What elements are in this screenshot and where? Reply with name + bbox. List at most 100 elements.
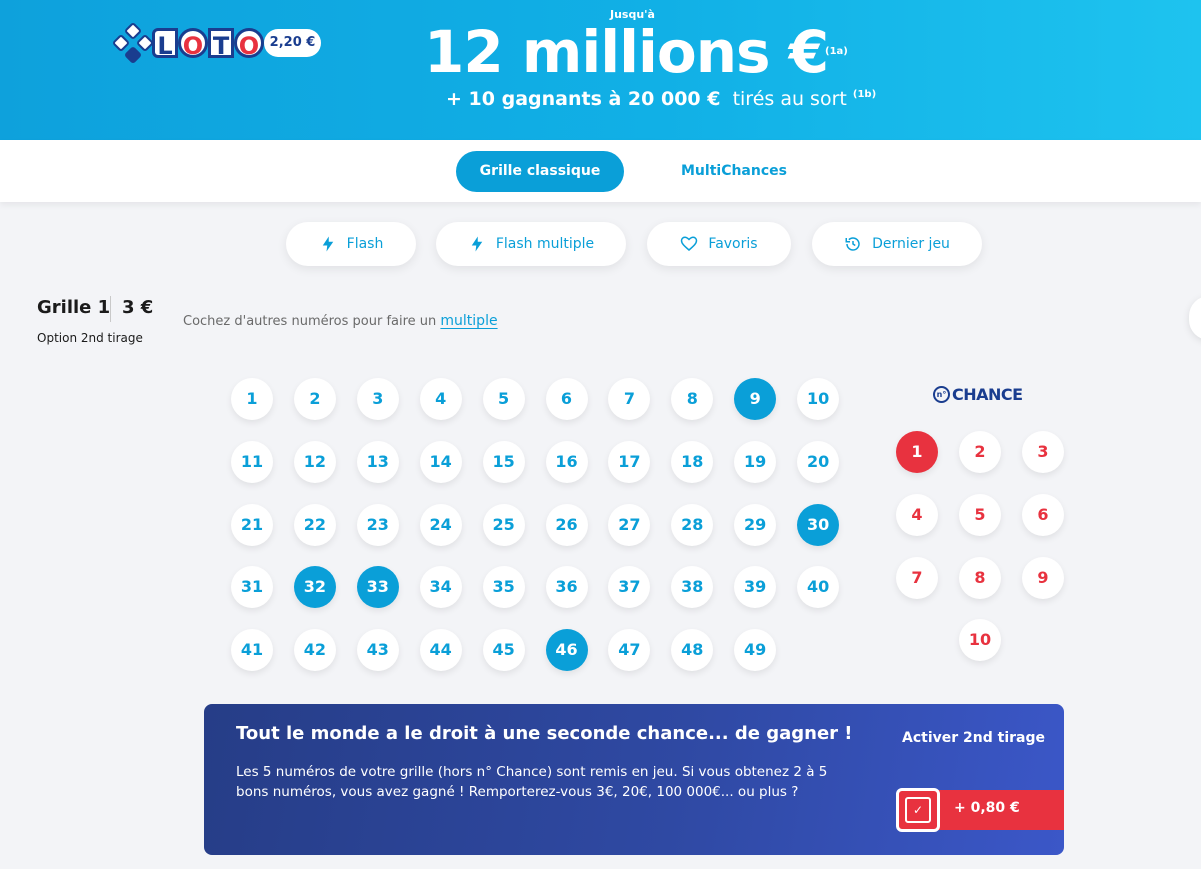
chance-ball-2[interactable]: 2 [959,431,1001,473]
dernier-jeu-label: Dernier jeu [872,236,950,252]
number-ball-22[interactable]: 22 [293,503,336,546]
chance-ball-5[interactable]: 5 [959,493,1001,536]
number-ball-7[interactable]: 7 [608,378,651,420]
number-ball-16[interactable]: 16 [545,440,588,483]
second-draw-panel: Tout le monde a le droit à une seconde c… [204,704,1064,855]
loto-logo[interactable]: L O T O [111,21,264,65]
ticket-price-badge: 2,20 € [264,29,321,57]
number-ball-6[interactable]: 6 [545,378,588,420]
number-ball-44[interactable]: 44 [419,629,462,672]
chance-ball-10[interactable]: 10 [959,619,1001,662]
number-ball-39[interactable]: 39 [734,566,777,609]
flash-label: Flash [346,236,384,252]
number-ball-11[interactable]: 11 [231,440,273,483]
number-ball-35[interactable]: 35 [482,566,525,609]
number-ball-37[interactable]: 37 [608,566,651,609]
jackpot-banner: L O T O 2,20 € Jusqu'à 12 millions € (1a… [0,0,1201,140]
page: L O T O 2,20 € Jusqu'à 12 millions € (1a… [0,0,1201,869]
jackpot-amount: 12 millions € [424,18,829,86]
number-ball-49[interactable]: 49 [734,629,777,672]
flash-multiple-button[interactable]: Flash multiple [436,222,626,266]
number-ball-8[interactable]: 8 [671,378,714,420]
chance-ball-8[interactable]: 8 [959,556,1001,599]
number-ball-10[interactable]: 10 [797,378,840,420]
number-ball-4[interactable]: 4 [419,378,462,420]
secondary-prize-rest: tirés au sort [732,88,847,110]
number-ball-13[interactable]: 13 [356,440,399,483]
number-ball-18[interactable]: 18 [671,440,714,483]
number-ball-34[interactable]: 34 [419,566,462,609]
number-ball-2[interactable]: 2 [293,378,336,420]
loto-wordmark: L O T O [152,28,264,60]
number-ball-25[interactable]: 25 [482,503,525,546]
number-ball-29[interactable]: 29 [734,503,777,546]
number-ball-28[interactable]: 28 [671,503,714,546]
flash-button[interactable]: Flash [286,222,416,266]
number-ball-38[interactable]: 38 [671,566,714,609]
number-ball-46[interactable]: 46 [545,629,588,672]
number-ball-20[interactable]: 20 [797,440,840,483]
heart-icon [681,236,698,251]
loto-letter-o2: O [234,28,264,60]
second-draw-checkbox[interactable]: ✓ [896,788,940,832]
chance-ball-4[interactable]: 4 [896,493,938,536]
number-ball-21[interactable]: 21 [231,503,273,546]
loto-letter-o: O [178,28,208,60]
number-ball-9[interactable]: 9 [734,378,777,420]
number-ball-24[interactable]: 24 [419,503,462,546]
number-ball-27[interactable]: 27 [608,503,651,546]
favoris-button[interactable]: Favoris [647,222,791,266]
lightning-icon [322,236,333,252]
multiple-link[interactable]: multiple [440,313,497,329]
second-draw-title: Tout le monde a le droit à une seconde c… [236,723,853,744]
number-ball-5[interactable]: 5 [482,378,525,420]
chance-logo-word: CHANCE [952,385,1023,404]
activate-second-draw-label: Activer 2nd tirage [902,730,1045,746]
number-ball-12[interactable]: 12 [293,440,336,483]
clover-icon [111,21,155,65]
chance-ball-7[interactable]: 7 [896,556,938,599]
number-ball-48[interactable]: 48 [671,629,714,672]
number-ball-30[interactable]: 30 [797,503,840,546]
check-icon: ✓ [905,797,931,823]
second-draw-price: + 0,80 € [954,800,1020,816]
dernier-jeu-button[interactable]: Dernier jeu [812,222,982,266]
number-ball-3[interactable]: 3 [356,378,399,420]
tab-grille-classique[interactable]: Grille classique [456,151,624,192]
number-ball-32[interactable]: 32 [293,566,336,609]
history-icon [845,237,860,251]
loto-letter-l: L [152,28,178,60]
number-ball-45[interactable]: 45 [482,629,525,672]
second-draw-description: Les 5 numéros de votre grille (hors n° C… [236,764,828,800]
number-ball-33[interactable]: 33 [356,566,399,609]
number-ball-19[interactable]: 19 [734,440,777,483]
number-ball-41[interactable]: 41 [231,629,273,672]
number-ball-14[interactable]: 14 [419,440,462,483]
number-ball-31[interactable]: 31 [231,566,273,609]
grid-price: 3 € [122,297,154,318]
tab-multichances[interactable]: MultiChances [660,151,808,192]
number-ball-23[interactable]: 23 [356,503,399,546]
multiple-hint-text: Cochez d'autres numéros pour faire un [183,314,437,329]
loto-letter-t: T [208,28,234,60]
grid-option-label: Option 2nd tirage [37,331,143,345]
number-ball-40[interactable]: 40 [797,566,840,609]
number-ball-1[interactable]: 1 [231,378,273,420]
chance-ball-6[interactable]: 6 [1022,493,1064,536]
number-ball-15[interactable]: 15 [482,440,525,483]
number-ball-42[interactable]: 42 [293,629,336,672]
grid-divider [110,296,111,322]
next-grid-tab[interactable] [1189,296,1201,340]
chance-ball-9[interactable]: 9 [1022,556,1064,599]
secondary-prize-bold: + 10 gagnants à 20 000 € [446,88,721,110]
number-ball-36[interactable]: 36 [545,566,588,609]
favoris-label: Favoris [708,236,758,252]
chance-ball-1[interactable]: 1 [896,431,938,473]
chance-ball-3[interactable]: 3 [1022,431,1064,473]
grid-title: Grille 1 [37,297,111,318]
number-ball-17[interactable]: 17 [608,440,651,483]
flash-multiple-label: Flash multiple [495,236,595,252]
number-ball-47[interactable]: 47 [608,629,651,672]
number-ball-43[interactable]: 43 [356,629,399,672]
number-ball-26[interactable]: 26 [545,503,588,546]
